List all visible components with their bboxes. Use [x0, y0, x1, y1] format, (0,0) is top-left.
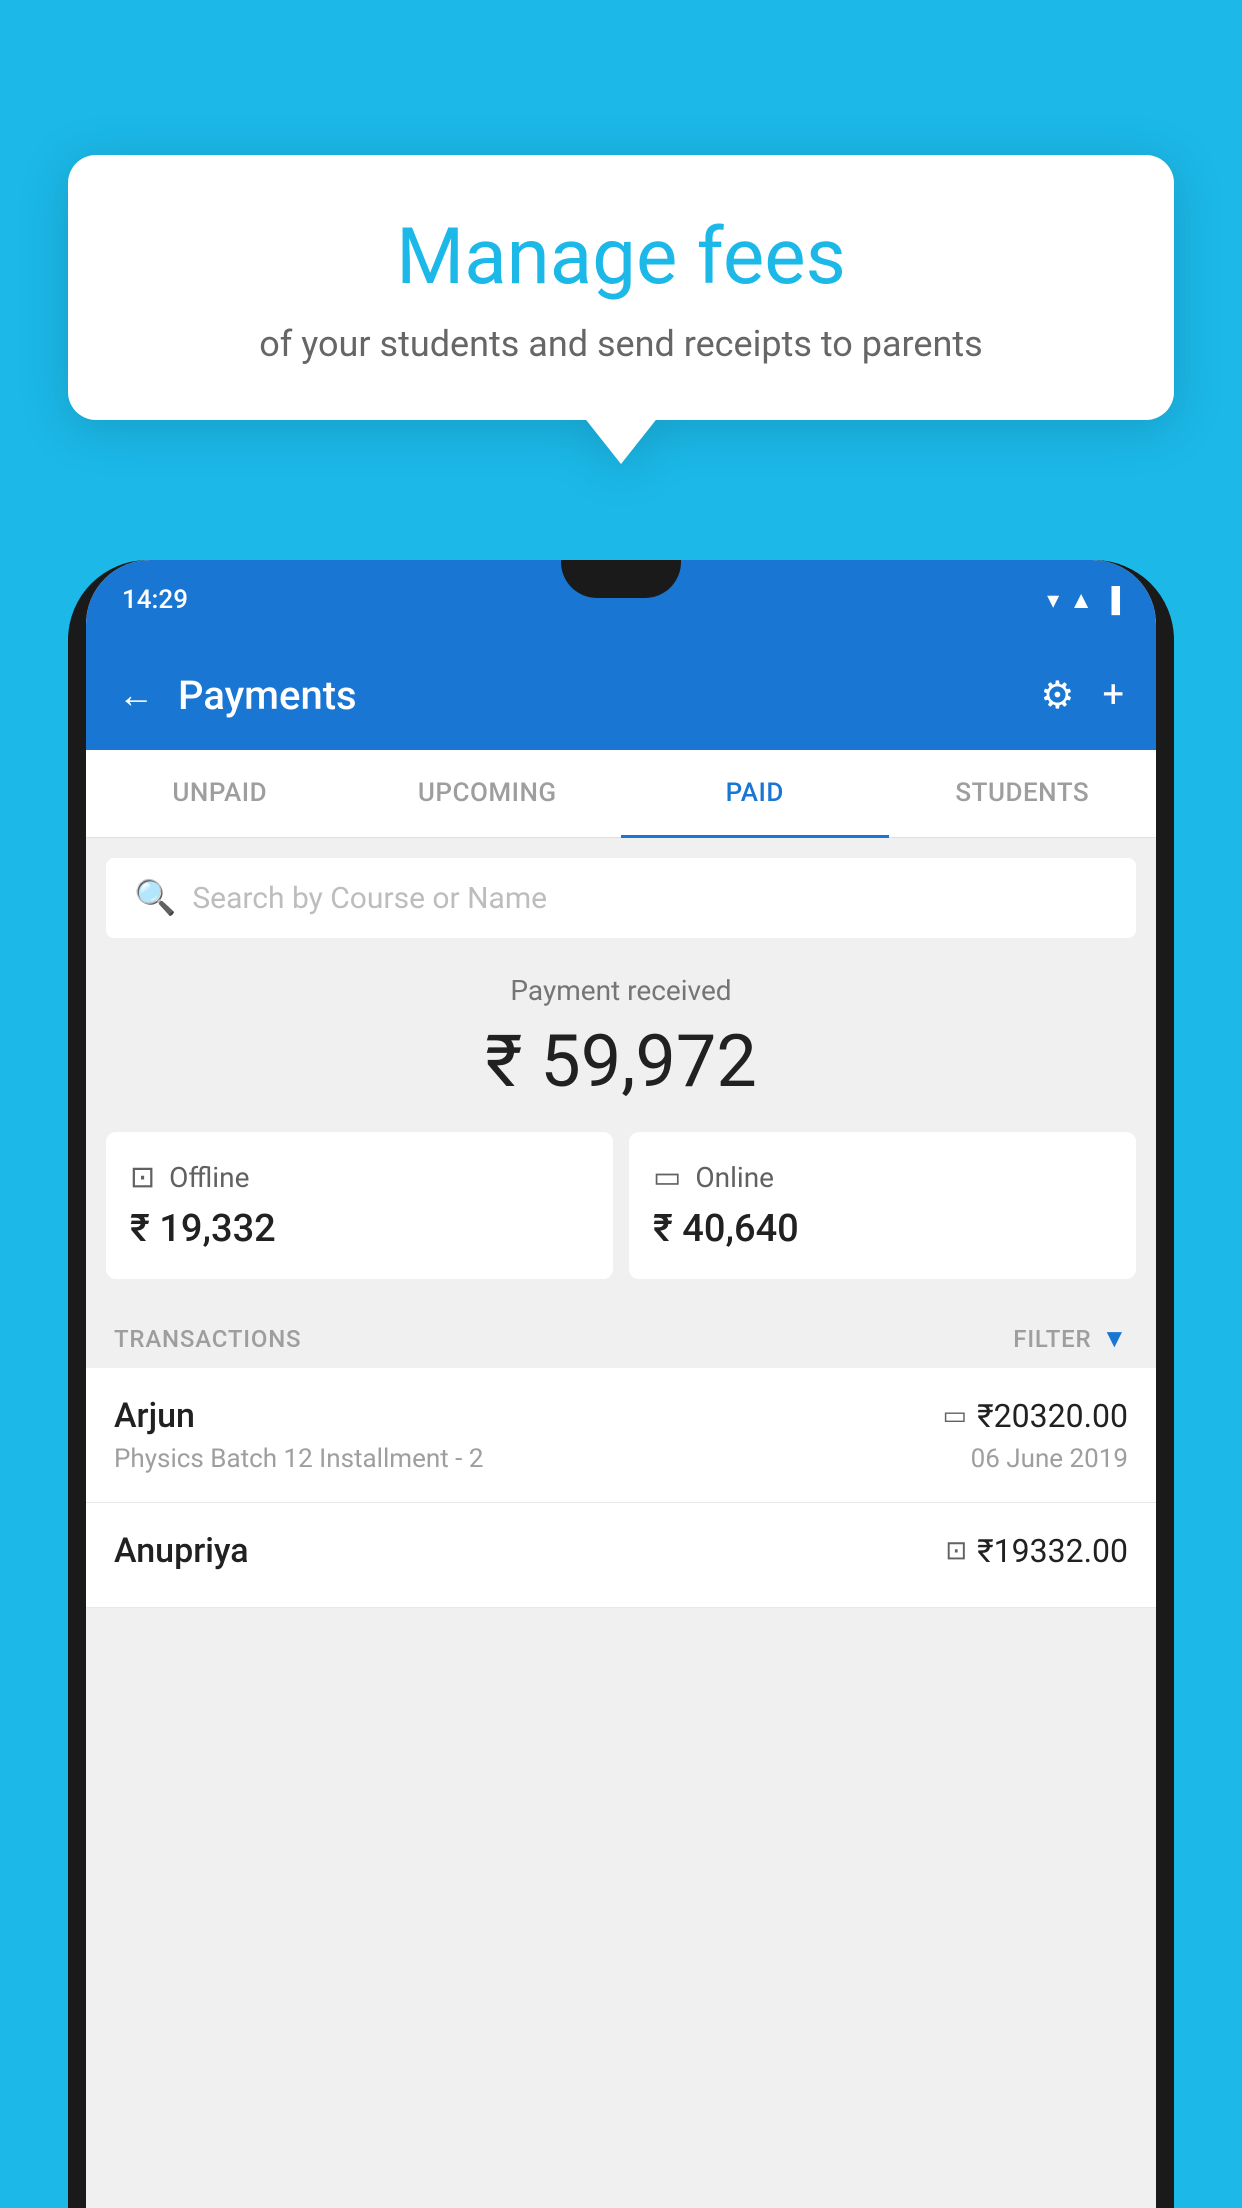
search-bar[interactable]: 🔍 Search by Course or Name [106, 858, 1136, 938]
tab-students[interactable]: STUDENTS [889, 750, 1157, 838]
search-placeholder: Search by Course or Name [192, 881, 547, 916]
speech-bubble-title: Manage fees [118, 215, 1124, 301]
online-amount: ₹ 40,640 [653, 1207, 1112, 1251]
online-icon: ▭ [653, 1160, 681, 1195]
status-time: 14:29 [122, 585, 188, 615]
online-label: Online [695, 1161, 774, 1194]
online-card: ▭ Online ₹ 40,640 [629, 1132, 1136, 1279]
app-bar-actions: ⚙ + [1040, 673, 1124, 718]
content-area: 🔍 Search by Course or Name Payment recei… [86, 838, 1156, 2208]
offline-card: ⊡ Offline ₹ 19,332 [106, 1132, 613, 1279]
transaction-amount-2: ₹19332.00 [977, 1532, 1128, 1570]
offline-icon: ⊡ [130, 1160, 155, 1195]
settings-icon[interactable]: ⚙ [1040, 673, 1074, 718]
transaction-amount-wrap-1: ▭ ₹20320.00 [943, 1397, 1128, 1435]
tab-unpaid[interactable]: UNPAID [86, 750, 354, 838]
transaction-name-2: Anupriya [114, 1531, 249, 1571]
transaction-amount-1: ₹20320.00 [977, 1397, 1128, 1435]
phone-screen: 14:29 ▾ ▲ ▐ ← Payments ⚙ + UNPAID UPCOMI… [86, 560, 1156, 2208]
wifi-icon: ▾ [1047, 586, 1059, 614]
app-bar-title: Payments [178, 672, 1040, 719]
add-button[interactable]: + [1102, 673, 1124, 717]
filter-label: FILTER [1013, 1325, 1091, 1353]
table-row[interactable]: Anupriya ⊡ ₹19332.00 [86, 1503, 1156, 1608]
phone-frame: 14:29 ▾ ▲ ▐ ← Payments ⚙ + UNPAID UPCOMI… [68, 560, 1174, 2208]
signal-icon: ▲ [1069, 586, 1093, 615]
transaction-amount-wrap-2: ⊡ ₹19332.00 [945, 1532, 1128, 1570]
tab-paid[interactable]: PAID [621, 750, 889, 838]
offline-card-header: ⊡ Offline [130, 1160, 589, 1195]
speech-bubble: Manage fees of your students and send re… [68, 155, 1174, 420]
payment-amount: ₹ 59,972 [110, 1019, 1132, 1104]
app-bar: ← Payments ⚙ + [86, 640, 1156, 750]
filter-button[interactable]: FILTER ▼ [1013, 1323, 1128, 1354]
offline-label: Offline [169, 1161, 249, 1194]
filter-icon: ▼ [1101, 1323, 1128, 1354]
payment-received-section: Payment received ₹ 59,972 [86, 938, 1156, 1132]
offline-amount: ₹ 19,332 [130, 1207, 589, 1251]
payment-label: Payment received [110, 974, 1132, 1007]
back-button[interactable]: ← [118, 674, 154, 716]
tabs-bar: UNPAID UPCOMING PAID STUDENTS [86, 750, 1156, 838]
status-bar: 14:29 ▾ ▲ ▐ [86, 560, 1156, 640]
search-icon: 🔍 [134, 878, 176, 918]
battery-icon: ▐ [1103, 586, 1120, 615]
transaction-top-2: Anupriya ⊡ ₹19332.00 [114, 1531, 1128, 1571]
online-payment-icon-1: ▭ [943, 1401, 968, 1431]
transaction-date-1: 06 June 2019 [971, 1444, 1128, 1474]
transactions-label: TRANSACTIONS [114, 1325, 301, 1353]
transactions-header: TRANSACTIONS FILTER ▼ [86, 1303, 1156, 1368]
notch-cutout [561, 560, 681, 598]
status-icons: ▾ ▲ ▐ [1047, 586, 1120, 615]
online-card-header: ▭ Online [653, 1160, 1112, 1195]
offline-payment-icon-2: ⊡ [945, 1536, 967, 1566]
transaction-bottom-1: Physics Batch 12 Installment - 2 06 June… [114, 1444, 1128, 1474]
table-row[interactable]: Arjun ▭ ₹20320.00 Physics Batch 12 Insta… [86, 1368, 1156, 1503]
speech-bubble-subtitle: of your students and send receipts to pa… [118, 323, 1124, 365]
payment-cards: ⊡ Offline ₹ 19,332 ▭ Online ₹ 40,640 [86, 1132, 1156, 1303]
transaction-name-1: Arjun [114, 1396, 195, 1436]
transaction-top-1: Arjun ▭ ₹20320.00 [114, 1396, 1128, 1436]
transaction-desc-1: Physics Batch 12 Installment - 2 [114, 1444, 483, 1474]
tab-upcoming[interactable]: UPCOMING [354, 750, 622, 838]
